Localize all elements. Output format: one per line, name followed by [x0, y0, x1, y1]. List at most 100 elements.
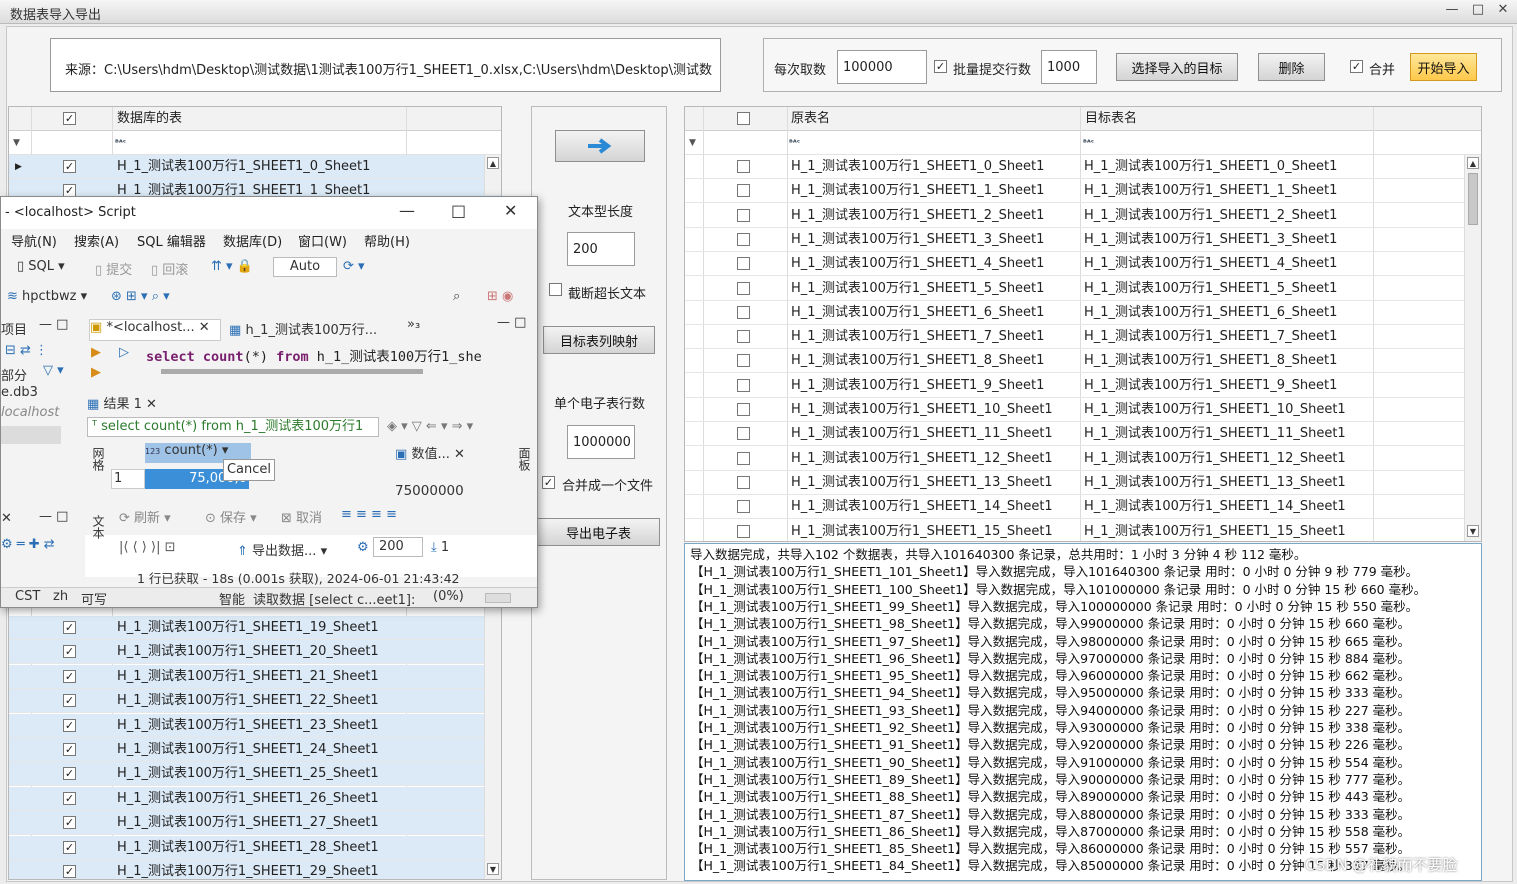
import-log-box[interactable]: 导入数据完成，共导入102 个数据表，共导入101640300 条记录，总共用时…	[684, 543, 1482, 881]
column-map-button[interactable]: 目标表列映射	[543, 326, 655, 354]
export-data-button[interactable]: ⇑ 导出数据... ▾	[237, 540, 327, 559]
scroll-down-arrow[interactable]: ▼	[487, 863, 499, 875]
filter-icon[interactable]: ▽ ▾	[43, 363, 64, 378]
batch-input[interactable]: 1000	[1041, 50, 1097, 84]
grid-view-toggle[interactable]: 网格	[89, 447, 107, 497]
left-col-header[interactable]: 数据库的表	[117, 107, 182, 131]
delete-button[interactable]: 删除	[1258, 53, 1325, 81]
execute-icon[interactable]: ▶	[91, 345, 101, 360]
rows-per-sheet-input[interactable]: 1000000	[567, 425, 635, 459]
table-row[interactable]: ✓ H_1_测试表100万行1_SHEET1_22_Sheet1	[9, 689, 501, 714]
table-row[interactable]: ✓ H_1_测试表100万行1_SHEET1_20_Sheet1	[9, 640, 501, 665]
db-minimize-button[interactable]: —	[399, 201, 415, 220]
row-checkbox[interactable]: ✓	[63, 694, 76, 708]
row-checkbox[interactable]	[737, 524, 750, 538]
perspective-icon[interactable]: ⊞ ◉	[487, 289, 513, 304]
text-view-toggle[interactable]: 文本	[89, 515, 107, 565]
project-minimize-icon[interactable]: — □	[39, 317, 68, 332]
table-row[interactable]: H_1_测试表100万行1_SHEET1_2_Sheet1 H_1_测试表100万…	[685, 204, 1481, 228]
menu-item[interactable]: 帮助(H)	[364, 231, 410, 250]
select-target-button[interactable]: 选择导入的目标	[1116, 53, 1238, 81]
table-row[interactable]: H_1_测试表100万行1_SHEET1_7_Sheet1 H_1_测试表100万…	[685, 325, 1481, 350]
row-checkbox[interactable]	[737, 403, 750, 416]
fetch-size-input[interactable]: 200	[373, 537, 423, 557]
row-checkbox[interactable]	[737, 184, 750, 198]
rollback-button[interactable]: ▯ 回滚	[151, 259, 188, 278]
menu-item[interactable]: 数据库(D)	[223, 231, 282, 250]
transfer-arrow-button[interactable]	[555, 130, 645, 162]
row-checkbox[interactable]: ✓	[63, 621, 76, 634]
merge-file-checkbox[interactable]: ✓	[542, 476, 555, 489]
table-row[interactable]: H_1_测试表100万行1_SHEET1_3_Sheet1 H_1_测试表100万…	[685, 228, 1481, 252]
table-row[interactable]: H_1_测试表100万行1_SHEET1_5_Sheet1 H_1_测试表100万…	[685, 277, 1481, 301]
auto-commit-dropdown[interactable]: Auto	[273, 257, 337, 277]
left-scrollbar-bottom[interactable]: ▼	[484, 607, 501, 879]
editor-tab-table[interactable]: ▦ h_1_测试表100万行...	[229, 319, 377, 338]
close-button[interactable]: ✕	[1492, 2, 1514, 20]
text-len-input[interactable]: 200	[567, 232, 635, 266]
left-scrollbar-top[interactable]: ▲	[484, 155, 501, 195]
table-row[interactable]: H_1_测试表100万行1_SHEET1_6_Sheet1 H_1_测试表100万…	[685, 301, 1481, 325]
start-import-button[interactable]: 开始导入	[1410, 53, 1477, 81]
project-tab[interactable]: 项目	[1, 319, 27, 338]
table-row[interactable]: ✓ H_1_测试表100万行1_SHEET1_19_Sheet1	[9, 616, 501, 640]
save-button[interactable]: ⊙ 保存 ▾	[205, 507, 257, 526]
cancel-tooltip[interactable]: Cancel	[223, 459, 275, 481]
target-name-col[interactable]: 目标表名	[1085, 107, 1137, 131]
db-maximize-button[interactable]: □	[451, 201, 466, 220]
menu-item[interactable]: 窗口(W)	[298, 231, 347, 250]
run-line-icon[interactable]: ▷	[119, 345, 129, 360]
commit-button[interactable]: ▯ 提交	[95, 259, 132, 278]
table-row[interactable]: H_1_测试表100万行1_SHEET1_13_Sheet1 H_1_测试表100…	[685, 471, 1481, 495]
second-pane-tools[interactable]: ⚙ ═ ✚ ⇄	[1, 537, 55, 552]
row-checkbox[interactable]: ✓	[63, 160, 76, 173]
panel-toggle[interactable]: 面板	[515, 447, 533, 497]
menu-item[interactable]: SQL 编辑器	[137, 231, 206, 250]
row-checkbox[interactable]: ✓	[63, 791, 76, 805]
scroll-down-arrow[interactable]: ▼	[1467, 525, 1479, 537]
localhost-item[interactable]: localhost	[1, 405, 59, 420]
table-row[interactable]: H_1_测试表100万行1_SHEET1_10_Sheet1 H_1_测试表100…	[685, 398, 1481, 422]
row-checkbox[interactable]: ✓	[63, 645, 76, 659]
table-row[interactable]: ✓ H_1_测试表100万行1_SHEET1_23_Sheet1	[9, 713, 501, 738]
row-checkbox[interactable]	[737, 475, 750, 489]
db-close-button[interactable]: ✕	[504, 201, 517, 220]
menu-item[interactable]: 导航(N)	[11, 231, 57, 250]
row-checkbox[interactable]: ✓	[63, 767, 76, 781]
row-checkbox[interactable]: ✓	[63, 718, 76, 732]
history-icon[interactable]: ⟳ ▾	[343, 259, 365, 274]
refresh-button[interactable]: ⟳ 刷新 ▾	[119, 507, 171, 526]
layout-tools[interactable]: ≡ ≡ ≡ ≡	[341, 507, 397, 522]
db-file-item[interactable]: e.db3	[1, 385, 38, 400]
table-row[interactable]: ✓ H_1_测试表100万行1_SHEET1_28_Sheet1	[9, 835, 501, 860]
cancel-button[interactable]: ⊠ 取消	[281, 507, 322, 526]
editor-minmax[interactable]: — □	[497, 315, 526, 330]
table-row[interactable]: ✓ H_1_测试表100万行1_SHEET1_29_Sheet1	[9, 860, 501, 879]
table-row[interactable]: H_1_测试表100万行1_SHEET1_14_Sheet1 H_1_测试表100…	[685, 495, 1481, 520]
table-row[interactable]: H_1_测试表100万行1_SHEET1_4_Sheet1 H_1_测试表100万…	[685, 252, 1481, 277]
table-row[interactable]: ✓ H_1_测试表100万行1_SHEET1_21_Sheet1	[9, 664, 501, 689]
second-pane-controls[interactable]: — □	[39, 509, 68, 524]
row-checkbox[interactable]	[737, 330, 750, 344]
table-row[interactable]: H_1_测试表100万行1_SHEET1_9_Sheet1 H_1_测试表100万…	[685, 374, 1481, 398]
search-icon[interactable]: ⌕	[453, 289, 460, 304]
row-checkbox[interactable]	[737, 451, 750, 465]
table-row[interactable]: H_1_测试表100万行1_SHEET1_11_Sheet1 H_1_测试表100…	[685, 422, 1481, 447]
table-row[interactable]: H_1_测试表100万行1_SHEET1_12_Sheet1 H_1_测试表100…	[685, 447, 1481, 471]
editor-hscroll[interactable]	[161, 369, 423, 374]
fetch-input[interactable]: 100000	[837, 50, 927, 84]
row-checkbox[interactable]: ✓	[63, 865, 76, 878]
sql-code[interactable]: select count(*) from h_1_测试表100万行1_she	[146, 345, 482, 365]
scroll-thumb[interactable]	[1468, 173, 1478, 225]
source-path-box[interactable]: 来源：C:\Users\hdm\Desktop\测试数据\1测试表100万行1_…	[50, 38, 721, 92]
table-row[interactable]: H_1_测试表100万行1_SHEET1_1_Sheet1 H_1_测试表100万…	[685, 179, 1481, 204]
table-row[interactable]: H_1_测试表100万行1_SHEET1_15_Sheet1 H_1_测试表100…	[685, 520, 1481, 542]
left-select-all-checkbox[interactable]: ✓	[63, 112, 76, 125]
result-filter-input[interactable]: ᵀ select count(*) from h_1_测试表100万行1	[87, 417, 379, 437]
menu-item[interactable]: 搜索(A)	[74, 231, 119, 250]
row-checkbox[interactable]: ✓	[63, 840, 76, 854]
batch-checkbox[interactable]: ✓	[934, 60, 947, 73]
table-row[interactable]: H_1_测试表100万行1_SHEET1_0_Sheet1 H_1_测试表100万…	[685, 155, 1481, 179]
editor-tab-script[interactable]: ▣ *<localhost... ✕	[89, 319, 221, 341]
scroll-up-arrow[interactable]: ▲	[1467, 157, 1479, 169]
